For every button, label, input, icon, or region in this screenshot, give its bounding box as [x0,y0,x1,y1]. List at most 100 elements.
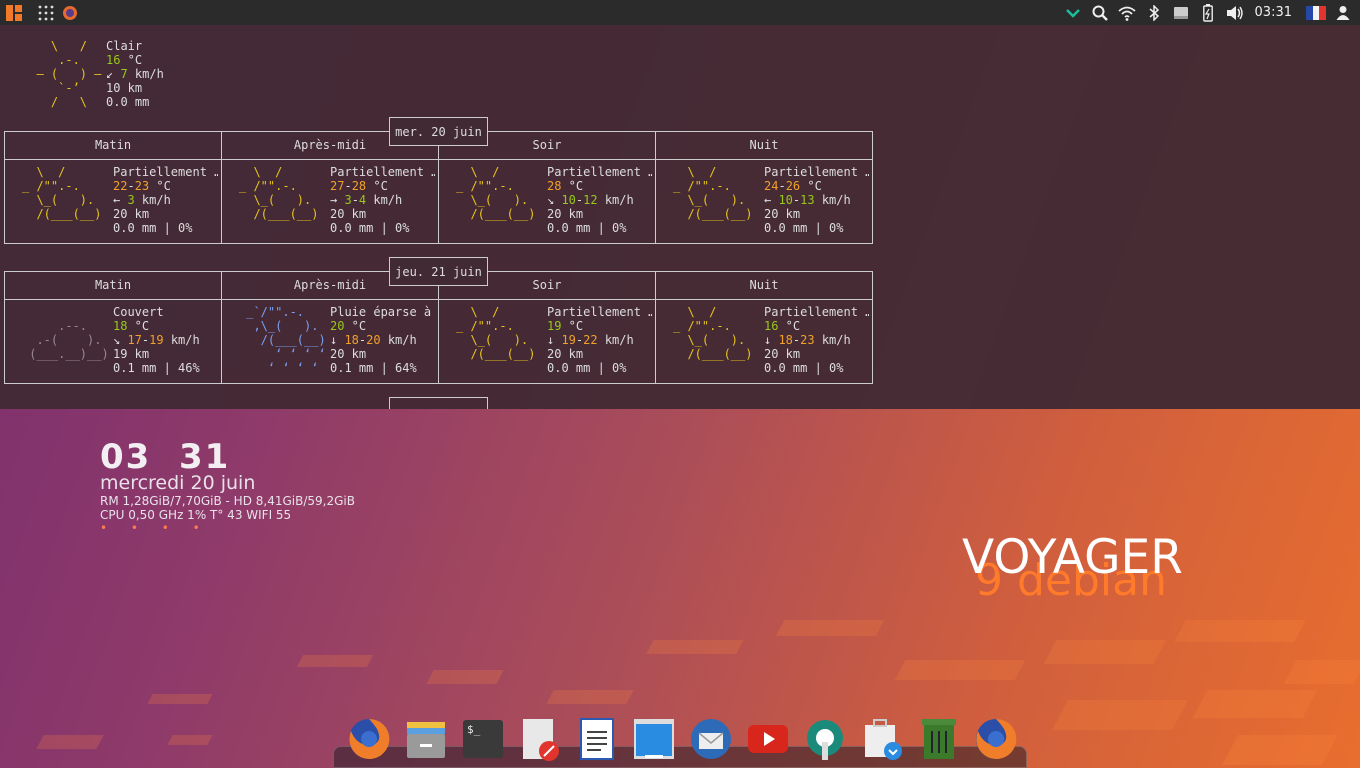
wifi-icon[interactable] [1114,0,1141,25]
forecast-body-row: .--. .-( ). (___.__)__) Couvert 18 °C ↘ … [5,300,872,383]
forecast-condition: Couvert [113,305,164,319]
forecast-cell: \ / _ /"".-. \_( ). /(___(__) Partiellem… [222,160,439,243]
forecast-condition: Pluie éparse à [330,305,432,319]
weather-ascii-art-icon: \ / _ /"".-. \_( ). /(___(__) [456,305,536,361]
forecast-precip: 0.0 mm | 0% [113,221,193,235]
forecast-visibility: 20 km [330,347,367,361]
update-chevron-icon[interactable] [1060,0,1087,25]
forecast-cell: _`/"".-. ,\_( ). /(___(__) ‘ ‘ ‘ ‘ ‘ ‘ ‘… [222,300,439,383]
forecast-visibility: 20 km [764,347,801,361]
forecast-visibility: 20 km [330,207,367,221]
forecast-precip: 0.0 mm | 0% [764,221,844,235]
settings-tool-icon[interactable] [796,716,853,762]
weather-ascii-art-icon: \ / _ /"".-. \_( ). /(___(__) [456,165,536,221]
forecast-temp: 27-28 °C [330,179,388,193]
forecast-cell: \ / _ /"".-. \_( ). /(___(__) Partiellem… [656,300,872,383]
forecast-condition: Partiellement … [547,305,652,319]
conky-clock: 03 31 [100,437,231,477]
window-manager-icon[interactable] [625,716,682,762]
sun-ascii-art-icon: \ / .-. ― ( ) ― `-’ / \ [36,39,102,109]
weather-ascii-art-icon: _`/"".-. ,\_( ). /(___(__) ‘ ‘ ‘ ‘ ‘ ‘ ‘… [246,305,326,375]
app-grid-icon[interactable] [34,0,58,25]
current-temp: 16 °C [106,53,143,67]
current-precip: 0.0 mm [106,95,150,109]
forecast-condition: Partiellement … [547,165,652,179]
current-weather: \ / .-. ― ( ) ― `-’ / \ Clair 16 °C ↙ 7 … [22,39,164,109]
panel-clock[interactable]: 03:31 [1249,5,1302,20]
weather-ascii-art-icon: \ / _ /"".-. \_( ). /(___(__) [239,165,319,221]
weather-ascii-art-icon: \ / _ /"".-. \_( ). /(___(__) [22,165,102,221]
software-installer-icon[interactable] [853,716,910,762]
forecast-visibility: 20 km [764,207,801,221]
user-icon[interactable] [1329,0,1356,25]
dock: $_ [340,716,1024,762]
period-label: Nuit [749,278,779,292]
text-editor-icon[interactable] [511,716,568,762]
forecast-wind: ← 3 km/h [113,193,171,207]
period-label: Matin [5,272,222,299]
forecast-precip: 0.0 mm | 0% [330,221,410,235]
file-manager-icon[interactable] [397,716,454,762]
forecast-cell: .--. .-( ). (___.__)__) Couvert 18 °C ↘ … [5,300,222,383]
firefox-alt-icon[interactable] [967,716,1024,762]
period-label: Matin [5,132,222,159]
forecast-table: Matin Après-midi Soir Nuit .--. .-( ). (___… [4,271,873,384]
battery-icon[interactable] [1195,0,1222,25]
forecast-date: mer. 20 juin [389,117,488,146]
forecast-condition: Partiellement … [330,165,435,179]
terminal-weather-window[interactable]: \ / .-. ― ( ) ― `-’ / \ Clair 16 °C ↙ 7 … [0,25,1360,409]
terminal-icon[interactable]: $_ [454,716,511,762]
top-panel: 03:31 [0,0,1360,25]
firefox-icon[interactable] [340,716,397,762]
keyboard-layout-flag-icon[interactable] [1302,0,1329,25]
forecast-wind: ↘ 17-19 km/h [113,333,200,347]
forecast-cell: \ / _ /"".-. \_( ). /(___(__) Partiellem… [5,160,222,243]
display-icon[interactable] [1168,0,1195,25]
menu-logo-icon[interactable] [2,0,26,25]
search-icon[interactable] [1087,0,1114,25]
forecast-precip: 0.0 mm | 0% [547,361,627,375]
forecast-cell: \ / _ /"".-. \_( ). /(___(__) Partiellem… [439,300,656,383]
forecast-body-row: \ / _ /"".-. \_( ). /(___(__) Partiellem… [5,160,872,243]
weather-ascii-art-icon: \ / _ /"".-. \_( ). /(___(__) [673,305,753,361]
writer-document-icon[interactable] [568,716,625,762]
forecast-precip: 0.0 mm | 0% [764,361,844,375]
forecast-temp: 18 °C [113,319,150,333]
volume-icon[interactable] [1222,0,1249,25]
current-wind: ↙ 7 km/h [106,67,164,81]
next-day-box-partial [389,397,488,409]
conky-dots: • • • • [100,521,210,535]
forecast-temp: 20 °C [330,319,367,333]
current-condition: Clair [106,39,143,53]
bluetooth-icon[interactable] [1141,0,1168,25]
forecast-temp: 16 °C [764,319,801,333]
forecast-wind: → 3-4 km/h [330,193,403,207]
forecast-visibility: 20 km [113,207,150,221]
forecast-cell: \ / _ /"".-. \_( ). /(___(__) Partiellem… [439,160,656,243]
forecast-precip: 0.1 mm | 46% [113,361,200,375]
period-label: Nuit [749,138,779,152]
forecast-visibility: 20 km [547,347,584,361]
forecast-precip: 0.1 mm | 64% [330,361,417,375]
forecast-visibility: 20 km [547,207,584,221]
youtube-icon[interactable] [739,716,796,762]
conky-ram-disk: RM 1,28GiB/7,70GiB - HD 8,41GiB/59,2GiB [100,494,355,508]
trash-icon[interactable] [910,716,967,762]
weather-ascii-art-icon: \ / _ /"".-. \_( ). /(___(__) [673,165,753,221]
svg-text:$_: $_ [467,723,481,736]
forecast-condition: Partiellement … [764,165,869,179]
conky-date: mercredi 20 juin [100,472,256,494]
forecast-wind: ↓ 18-20 km/h [330,333,417,347]
firefox-launcher-icon[interactable] [58,0,82,25]
forecast-temp: 19 °C [547,319,584,333]
current-visibility: 10 km [106,81,143,95]
forecast-table: Matin Après-midi Soir Nuit \ / _ /"".-. \_(… [4,131,873,244]
forecast-condition: Partiellement … [764,305,869,319]
forecast-temp: 28 °C [547,179,584,193]
conky-system-widget: 03 31 mercredi 20 juin RM 1,28GiB/7,70Gi… [100,440,355,534]
forecast-date: jeu. 21 juin [389,257,488,286]
forecast-wind: ↘ 10-12 km/h [547,193,634,207]
thunderbird-icon[interactable] [682,716,739,762]
weather-ascii-art-icon: .--. .-( ). (___.__)__) [29,319,109,361]
voyager-logo-text: VOYAGER [962,530,1183,585]
